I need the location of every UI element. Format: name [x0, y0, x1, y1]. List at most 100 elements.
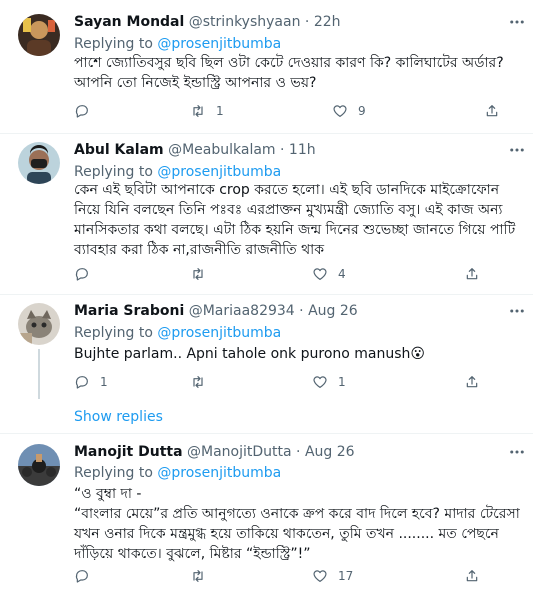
tweet-text-line: কেন এই ছবিটা আপনাকে crop করতে হলো। এই ছব… — [74, 182, 500, 198]
retweet-button[interactable]: 1 — [190, 101, 224, 121]
share-button[interactable] — [464, 566, 480, 586]
separator-dot: · — [280, 142, 285, 158]
reply-button[interactable] — [74, 101, 100, 121]
tweet-text: পাশে জ্যোতিবসুর ছবি ছিল ওটা কেটে দেওয়ার… — [74, 53, 524, 93]
tweet-text-line: ব্যাবহার করা ঠিক না,রাজনীতি রাজনীতি থাক — [74, 242, 325, 258]
reply-bubble-icon — [75, 268, 88, 281]
share-icon — [466, 376, 478, 388]
share-button[interactable] — [484, 101, 500, 121]
reply-bubble-icon — [75, 570, 88, 583]
retweet-button[interactable] — [190, 372, 216, 392]
retweet-button[interactable] — [190, 264, 216, 284]
tweet-2[interactable]: Abul Kalam @Meabulkalam · 11h Replying t… — [0, 134, 533, 294]
tweet-header: Manojit Dutta @ManojitDutta · Aug 26 — [74, 442, 355, 462]
tweet-text: Bujhte parlam.. Apni tahole onk purono m… — [74, 344, 524, 364]
tweet-text-line: “ও বুম্বা দা - — [74, 486, 142, 502]
replying-to-label: Replying to — [74, 36, 153, 52]
replying-to: Replying to @prosenjitbumba — [74, 34, 281, 54]
more-menu-button[interactable] — [508, 13, 528, 33]
timestamp[interactable]: 22h — [314, 14, 341, 30]
share-button[interactable] — [464, 264, 480, 284]
like-button[interactable]: 9 — [332, 101, 366, 121]
retweet-icon — [193, 105, 203, 117]
display-name[interactable]: Sayan Mondal — [74, 14, 184, 30]
heart-icon — [313, 570, 327, 582]
tweet-actions: 4 — [74, 264, 524, 284]
tweet-header: Abul Kalam @Meabulkalam · 11h — [74, 140, 316, 160]
more-horizontal-icon — [510, 450, 524, 454]
replying-to-label: Replying to — [74, 325, 153, 341]
share-button[interactable] — [464, 372, 480, 392]
tweet-text-line: দাঁড়িয়ে থাকতে। বুঝলে, মিষ্টার “ইন্ডাস্… — [74, 546, 311, 562]
like-button[interactable]: 1 — [312, 372, 346, 392]
more-horizontal-icon — [510, 148, 524, 152]
replying-to: Replying to @prosenjitbumba — [74, 323, 281, 343]
like-button[interactable]: 4 — [312, 264, 346, 284]
more-menu-button[interactable] — [508, 141, 528, 161]
replying-to-label: Replying to — [74, 465, 153, 481]
retweet-count: 1 — [216, 104, 224, 118]
tweet-text-line: যখন ওনার দিকে মন্ত্রমুগ্ধ হয়ে তাকিয়ে থ… — [74, 526, 499, 542]
separator-dot: · — [296, 444, 301, 460]
mention-link[interactable]: @prosenjitbumba — [157, 325, 281, 341]
reply-count: 1 — [100, 375, 108, 389]
tweet-text: কেন এই ছবিটা আপনাকে crop করতে হলো। এই ছব… — [74, 180, 524, 260]
tweet-actions: 1 9 — [74, 101, 524, 121]
replying-to-label: Replying to — [74, 164, 153, 180]
reply-button[interactable] — [74, 264, 100, 284]
heart-icon — [313, 376, 327, 388]
share-icon — [466, 268, 478, 280]
more-menu-button[interactable] — [508, 443, 528, 463]
tweet-text-line: পাশে জ্যোতিবসুর ছবি ছিল ওটা কেটে দেওয়ার… — [74, 55, 504, 71]
like-count: 1 — [338, 375, 346, 389]
tweet-text-line: “বাংলার মেয়ে”র প্রতি আনুগত্যে ওনাকে ক্র… — [74, 506, 520, 522]
user-handle[interactable]: @strinkyshyaan — [189, 14, 301, 30]
timestamp[interactable]: Aug 26 — [308, 303, 358, 319]
show-replies-link[interactable]: Show replies — [74, 407, 163, 427]
avatar[interactable] — [18, 303, 60, 345]
avatar-image — [18, 303, 60, 345]
avatar[interactable] — [18, 14, 60, 56]
like-count: 9 — [358, 104, 366, 118]
avatar-image — [18, 444, 60, 486]
tweet-header: Maria Sraboni @Mariaa82934 · Aug 26 — [74, 301, 358, 321]
display-name[interactable]: Abul Kalam — [74, 142, 164, 158]
like-count: 17 — [338, 569, 354, 583]
tweet-3[interactable]: Maria Sraboni @Mariaa82934 · Aug 26 Repl… — [0, 295, 533, 433]
reply-button[interactable] — [74, 566, 100, 586]
retweet-icon — [193, 268, 203, 280]
retweet-icon — [193, 570, 203, 582]
more-menu-button[interactable] — [508, 302, 528, 322]
timestamp[interactable]: Aug 26 — [305, 444, 355, 460]
tweet-text-line: Bujhte parlam.. Apni tahole onk purono m… — [74, 346, 425, 362]
display-name[interactable]: Maria Sraboni — [74, 303, 184, 319]
mention-link[interactable]: @prosenjitbumba — [157, 164, 281, 180]
replying-to: Replying to @prosenjitbumba — [74, 463, 281, 483]
separator-dot: · — [304, 14, 310, 30]
retweet-icon — [193, 376, 203, 388]
avatar-image — [18, 14, 60, 56]
tweet-text: “ও বুম্বা দা - “বাংলার মেয়ে”র প্রতি আনু… — [74, 484, 524, 564]
heart-icon — [313, 268, 327, 280]
user-handle[interactable]: @Meabulkalam — [168, 142, 275, 158]
user-handle[interactable]: @ManojitDutta — [187, 444, 292, 460]
avatar[interactable] — [18, 142, 60, 184]
tweet-1[interactable]: Sayan Mondal @strinkyshyaan · 22h Replyi… — [0, 0, 533, 133]
timestamp[interactable]: 11h — [289, 142, 316, 158]
tweet-actions: 1 1 — [74, 372, 524, 392]
mention-link[interactable]: @prosenjitbumba — [157, 465, 281, 481]
user-handle[interactable]: @Mariaa82934 — [189, 303, 295, 319]
more-horizontal-icon — [510, 309, 524, 313]
replying-to: Replying to @prosenjitbumba — [74, 162, 281, 182]
heart-icon — [333, 105, 347, 117]
mention-link[interactable]: @prosenjitbumba — [157, 36, 281, 52]
thread-line — [38, 349, 40, 399]
reply-button[interactable]: 1 — [74, 372, 108, 392]
retweet-button[interactable] — [190, 566, 216, 586]
share-icon — [466, 570, 478, 582]
avatar[interactable] — [18, 444, 60, 486]
tweet-4[interactable]: Manojit Dutta @ManojitDutta · Aug 26 Rep… — [0, 434, 533, 589]
share-icon — [486, 105, 498, 117]
like-button[interactable]: 17 — [312, 566, 353, 586]
display-name[interactable]: Manojit Dutta — [74, 444, 183, 460]
